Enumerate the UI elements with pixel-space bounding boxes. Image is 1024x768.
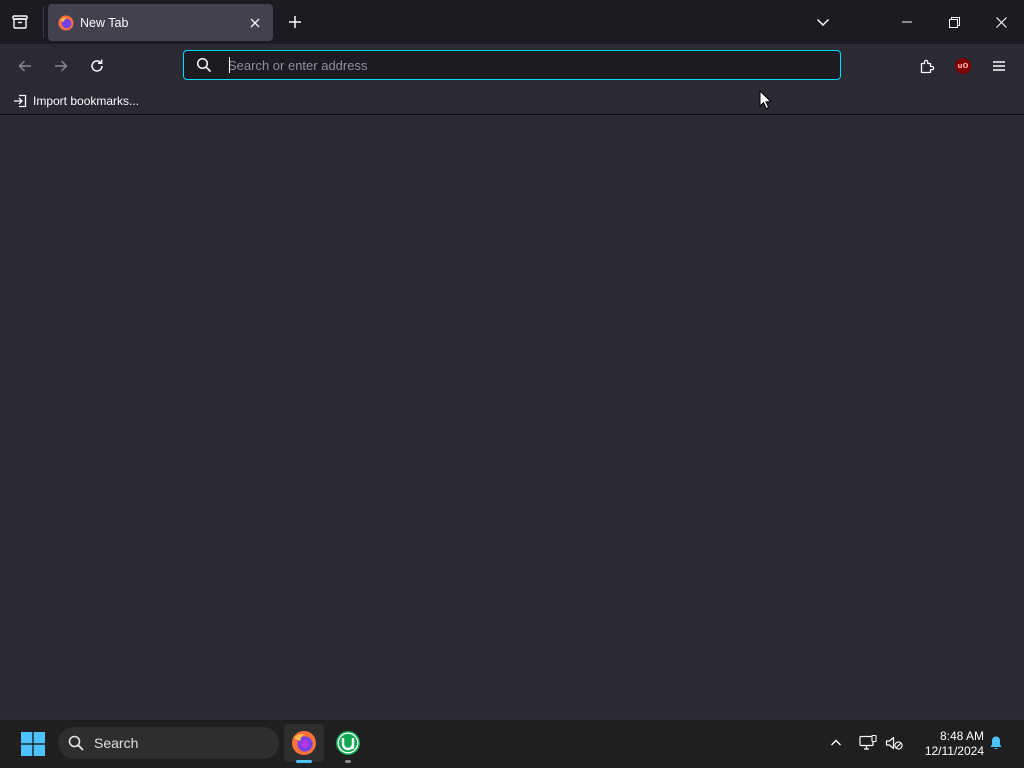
restore-button[interactable] <box>931 0 977 44</box>
back-button[interactable] <box>11 52 39 80</box>
volume-tray-button[interactable] <box>883 733 905 753</box>
tab-strip-separator <box>43 6 44 38</box>
ublock-origin-icon: uO <box>955 58 971 74</box>
clock-date: 12/11/2024 <box>924 744 984 758</box>
tab-manager-icon <box>12 15 28 29</box>
taskbar-firefox-button[interactable] <box>284 724 324 762</box>
hamburger-menu-icon <box>993 61 1005 71</box>
utorrent-running-indicator <box>345 760 351 763</box>
reload-button[interactable] <box>83 52 111 80</box>
import-icon <box>14 94 27 108</box>
tab-title: New Tab <box>80 15 129 30</box>
address-input[interactable] <box>228 51 828 79</box>
taskbar-clock[interactable]: 8:48 AM 12/11/2024 <box>912 727 984 761</box>
minimize-icon <box>902 21 912 23</box>
list-all-tabs-button[interactable] <box>809 8 837 36</box>
firefox-icon <box>58 15 74 30</box>
start-button[interactable] <box>16 728 50 760</box>
taskbar-utorrent-button[interactable] <box>328 724 368 762</box>
chevron-down-icon <box>816 18 830 27</box>
windows-logo-icon <box>21 732 45 756</box>
arrow-right-icon <box>55 60 68 72</box>
restore-icon <box>948 16 960 28</box>
taskbar-search-box[interactable]: Search <box>58 727 279 759</box>
extensions-button[interactable] <box>913 52 941 80</box>
minimize-button[interactable] <box>884 0 930 44</box>
import-bookmarks-button[interactable]: Import bookmarks... <box>10 91 142 111</box>
firefox-icon <box>292 731 316 755</box>
import-bookmarks-label: Import bookmarks... <box>33 94 140 108</box>
reload-icon <box>91 59 103 72</box>
firefox-running-indicator <box>296 760 312 763</box>
arrow-left-icon <box>18 60 31 72</box>
volume-muted-icon <box>885 736 903 750</box>
puzzle-piece-icon <box>920 59 935 74</box>
search-icon <box>68 735 84 751</box>
network-tray-button[interactable] <box>857 733 879 753</box>
plus-icon <box>289 16 301 28</box>
application-menu-button[interactable] <box>985 52 1013 80</box>
notifications-button[interactable] <box>986 733 1006 753</box>
text-caret <box>229 57 230 73</box>
mouse-cursor-icon <box>759 90 773 110</box>
bookmarks-toolbar <box>0 88 1024 115</box>
utorrent-icon <box>336 731 360 755</box>
bell-icon <box>990 736 1002 750</box>
show-hidden-icons-button[interactable] <box>826 733 846 753</box>
clock-time: 8:48 AM <box>939 729 984 743</box>
network-icon <box>859 735 877 750</box>
chevron-up-icon <box>831 739 841 746</box>
close-icon <box>995 16 1007 28</box>
tab-manager-button[interactable] <box>6 8 34 36</box>
close-icon <box>250 18 260 27</box>
forward-button[interactable] <box>47 52 75 80</box>
tab-new-tab[interactable]: New Tab <box>48 4 273 41</box>
search-icon <box>196 57 212 73</box>
taskbar-search-label: Search <box>94 735 139 751</box>
tab-close-button[interactable] <box>244 12 266 34</box>
close-window-button[interactable] <box>978 0 1024 44</box>
address-bar[interactable] <box>183 50 841 80</box>
ublock-origin-extension-button[interactable]: uO <box>949 52 977 80</box>
page-content[interactable] <box>0 115 1024 719</box>
new-tab-button[interactable] <box>282 9 308 35</box>
